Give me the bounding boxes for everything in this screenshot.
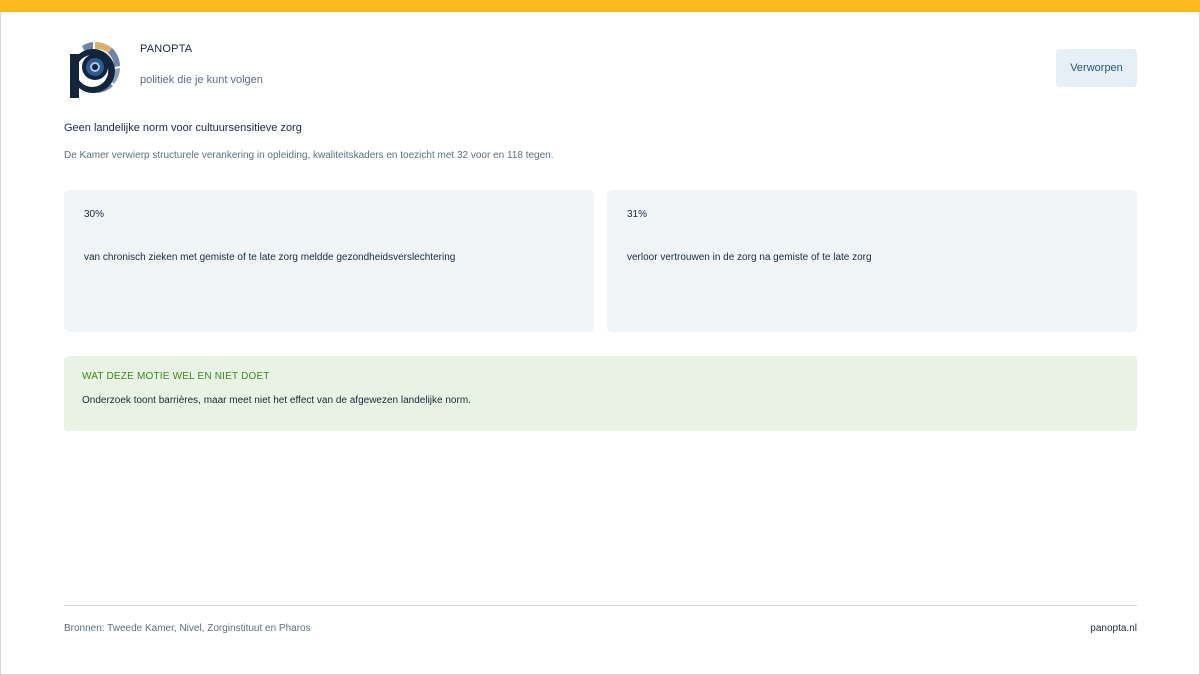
stat-card: 31% verloor vertrouwen in de zorg na gem… bbox=[607, 190, 1137, 332]
status-badge: Verworpen bbox=[1056, 49, 1137, 87]
motion-note: WAT DEZE MOTIE WEL EN NIET DOET Onderzoe… bbox=[64, 356, 1137, 431]
brand-name: PANOPTA bbox=[140, 43, 193, 55]
accent-bar bbox=[0, 0, 1200, 12]
stat-label: verloor vertrouwen in de zorg na gemiste… bbox=[627, 252, 872, 263]
stat-value: 31% bbox=[627, 209, 648, 220]
sources-text: Bronnen: Tweede Kamer, Nivel, Zorginstit… bbox=[64, 623, 311, 634]
note-title: WAT DEZE MOTIE WEL EN NIET DOET bbox=[82, 371, 270, 382]
eye-p-logo-icon bbox=[68, 40, 122, 100]
note-text: Onderzoek toont barrières, maar meet nie… bbox=[82, 395, 471, 406]
stat-label: van chronisch zieken met gemiste of te l… bbox=[84, 252, 456, 263]
footer-divider bbox=[64, 605, 1137, 606]
motion-title: Geen landelijke norm voor cultuursensiti… bbox=[64, 122, 302, 134]
stat-value: 30% bbox=[84, 209, 105, 220]
card-frame bbox=[0, 0, 1200, 675]
stat-card: 30% van chronisch zieken met gemiste of … bbox=[64, 190, 594, 332]
motion-summary: De Kamer verwierp structurele verankerin… bbox=[64, 150, 554, 161]
site-link[interactable]: panopta.nl bbox=[1090, 623, 1137, 634]
brand-tagline: politiek die je kunt volgen bbox=[140, 74, 263, 86]
